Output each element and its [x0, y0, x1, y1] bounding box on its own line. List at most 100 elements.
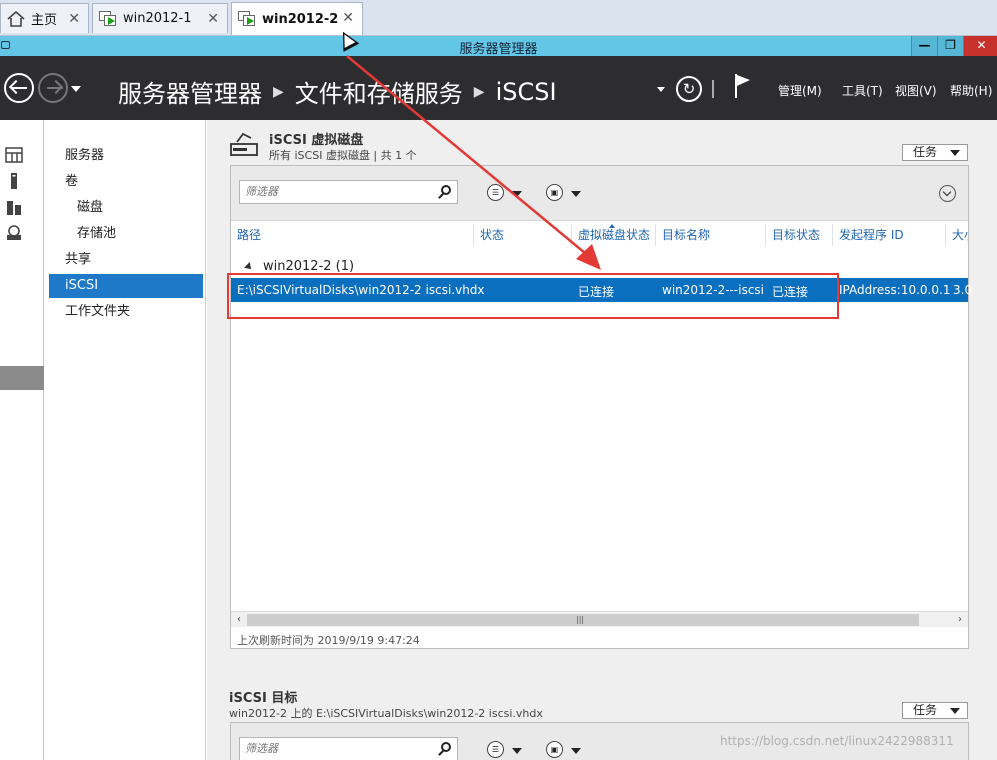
column-header-initiator-id[interactable]: 发起程序 ID: [833, 224, 946, 246]
minimize-button[interactable]: —: [911, 36, 937, 56]
chevron-down-icon: [950, 150, 960, 156]
list-icon: ☰: [491, 745, 500, 754]
tasks-dropdown[interactable]: 任务: [902, 702, 968, 719]
selected-strip-background: [0, 366, 44, 390]
tab-home[interactable]: 主页 ✕: [0, 3, 89, 33]
breadcrumb-dropdown-icon[interactable]: [657, 87, 665, 92]
breadcrumb-item[interactable]: iSCSI: [496, 78, 557, 106]
close-icon[interactable]: ✕: [342, 10, 354, 26]
close-window-button[interactable]: ✕: [963, 36, 997, 56]
list-options-button[interactable]: ☰: [487, 741, 504, 758]
chevron-down-icon[interactable]: [512, 191, 522, 197]
sort-ascending-icon: [609, 224, 615, 228]
virtual-disks-panel: ☰ ▣ 路径 状态 虚拟磁盘状态 目标名称 目标状态 发起程序 ID 大小 wi…: [230, 165, 972, 649]
vm-icon: [99, 10, 117, 27]
column-header-size[interactable]: 大小: [946, 224, 968, 246]
menu-manage[interactable]: 管理(M): [778, 82, 822, 99]
filter-box[interactable]: [239, 180, 458, 204]
scroll-right-icon[interactable]: ›: [952, 612, 968, 628]
chevron-right-icon: ▶: [473, 83, 485, 100]
close-icon[interactable]: ✕: [68, 11, 80, 27]
tasks-dropdown[interactable]: 任务: [902, 144, 968, 161]
cell-size: 3.0: [953, 283, 973, 297]
list-icon: ☰: [491, 188, 500, 197]
window-titlebar: 服务器管理器 — ❐ ✕: [0, 36, 997, 57]
tab-win2012-1[interactable]: win2012-1 ✕: [92, 3, 228, 33]
refresh-button[interactable]: ↻: [676, 76, 702, 102]
header-divider: [712, 80, 714, 98]
collapse-panel-button[interactable]: [939, 185, 956, 202]
chevron-down-icon[interactable]: [512, 748, 522, 754]
watermark: https://blog.csdn.net/linux2422988311: [720, 734, 954, 748]
menu-view[interactable]: 视图(V): [895, 82, 937, 99]
back-button[interactable]: [4, 73, 34, 103]
nav-item-storage-pools[interactable]: 存储池: [49, 222, 203, 246]
nav-item-disks[interactable]: 磁盘: [49, 196, 203, 220]
search-icon[interactable]: [441, 742, 451, 752]
filter-box[interactable]: [239, 737, 458, 760]
menu-help[interactable]: 帮助(H): [950, 82, 992, 99]
tab-win2012-2[interactable]: win2012-2 ✕: [231, 2, 363, 35]
collapse-triangle-icon[interactable]: [244, 261, 254, 272]
nav-item-servers[interactable]: 服务器: [49, 144, 203, 168]
horizontal-scrollbar[interactable]: ‹ ||| ›: [231, 611, 968, 627]
chevron-right-icon: ▶: [273, 83, 284, 100]
save-icon: ▣: [550, 745, 559, 754]
filter-input[interactable]: [240, 181, 430, 203]
notifications-flag-icon[interactable]: [735, 74, 751, 98]
history-dropdown-icon[interactable]: [71, 86, 81, 92]
file-storage-services-icon[interactable]: [5, 249, 23, 267]
close-icon[interactable]: ✕: [207, 11, 219, 27]
tab-label: 主页: [31, 13, 58, 28]
save-query-button[interactable]: ▣: [546, 741, 563, 758]
maximize-button[interactable]: ❐: [937, 36, 963, 56]
grip-icon: |||: [576, 615, 585, 624]
menu-tools[interactable]: 工具(T): [842, 82, 883, 99]
content-area: iSCSI 虚拟磁盘 所有 iSCSI 虚拟磁盘 | 共 1 个 任务 ☰ ▣ …: [207, 120, 997, 760]
breadcrumb-item[interactable]: 文件和存储服务: [295, 74, 463, 109]
save-icon: ▣: [550, 188, 559, 197]
left-icon-strip: ▷: [0, 120, 44, 760]
chevron-down-icon: [950, 708, 960, 714]
nav-item-shares[interactable]: 共享: [49, 248, 203, 272]
list-options-button[interactable]: ☰: [487, 184, 504, 201]
group-header[interactable]: win2012-2 (1): [244, 259, 355, 274]
vm-tab-strip: 主页 ✕ win2012-1 ✕ win2012-2 ✕: [0, 0, 997, 36]
cell-target-status: 已连接: [772, 285, 809, 299]
save-query-button[interactable]: ▣: [546, 184, 563, 201]
nav-item-work-folders[interactable]: 工作文件夹: [49, 300, 203, 324]
column-header-status[interactable]: 状态: [474, 224, 572, 246]
last-refresh-text: 上次刷新时间为 2019/9/19 9:47:24: [237, 634, 420, 647]
nav-item-volumes[interactable]: 卷: [49, 170, 203, 194]
breadcrumb: 服务器管理器 ▶ 文件和存储服务 ▶ iSCSI: [118, 74, 557, 109]
window-title: 服务器管理器: [459, 42, 538, 57]
column-header-target-name[interactable]: 目标名称: [656, 224, 766, 246]
filter-input[interactable]: [240, 738, 430, 760]
cell-disk-status: 已连接: [578, 285, 615, 299]
dashboard-icon[interactable]: [5, 146, 23, 164]
chevron-down-icon[interactable]: [571, 191, 581, 197]
refresh-icon: ↻: [682, 80, 696, 98]
column-header-path[interactable]: 路径: [231, 224, 474, 246]
local-server-icon[interactable]: [5, 172, 23, 190]
breadcrumb-item[interactable]: 服务器管理器: [118, 74, 262, 109]
forward-button[interactable]: [38, 73, 68, 103]
cell-target-name: win2012-2---iscsi: [662, 283, 765, 297]
all-servers-icon[interactable]: [5, 198, 23, 216]
nav-item-iscsi[interactable]: iSCSI: [49, 274, 203, 298]
expand-arrow-icon[interactable]: ▷: [32, 251, 40, 262]
file-storage-icon[interactable]: [5, 224, 23, 242]
home-icon: [7, 10, 25, 27]
group-label: win2012-2 (1): [263, 259, 355, 274]
section-title: iSCSI 虚拟磁盘: [269, 133, 364, 148]
chevron-down-icon[interactable]: [571, 748, 581, 754]
column-header-target-status[interactable]: 目标状态: [766, 224, 833, 246]
search-icon[interactable]: [441, 185, 451, 195]
vm-icon: [238, 11, 256, 27]
tasks-label: 任务: [913, 703, 938, 717]
cell-path: E:\iSCSIVirtualDisks\win2012-2 iscsi.vhd…: [237, 283, 485, 297]
table-row[interactable]: E:\iSCSIVirtualDisks\win2012-2 iscsi.vhd…: [231, 278, 972, 302]
tab-label: win2012-1: [123, 11, 192, 26]
tab-label: win2012-2: [262, 11, 339, 27]
scroll-left-icon[interactable]: ‹: [231, 612, 247, 628]
